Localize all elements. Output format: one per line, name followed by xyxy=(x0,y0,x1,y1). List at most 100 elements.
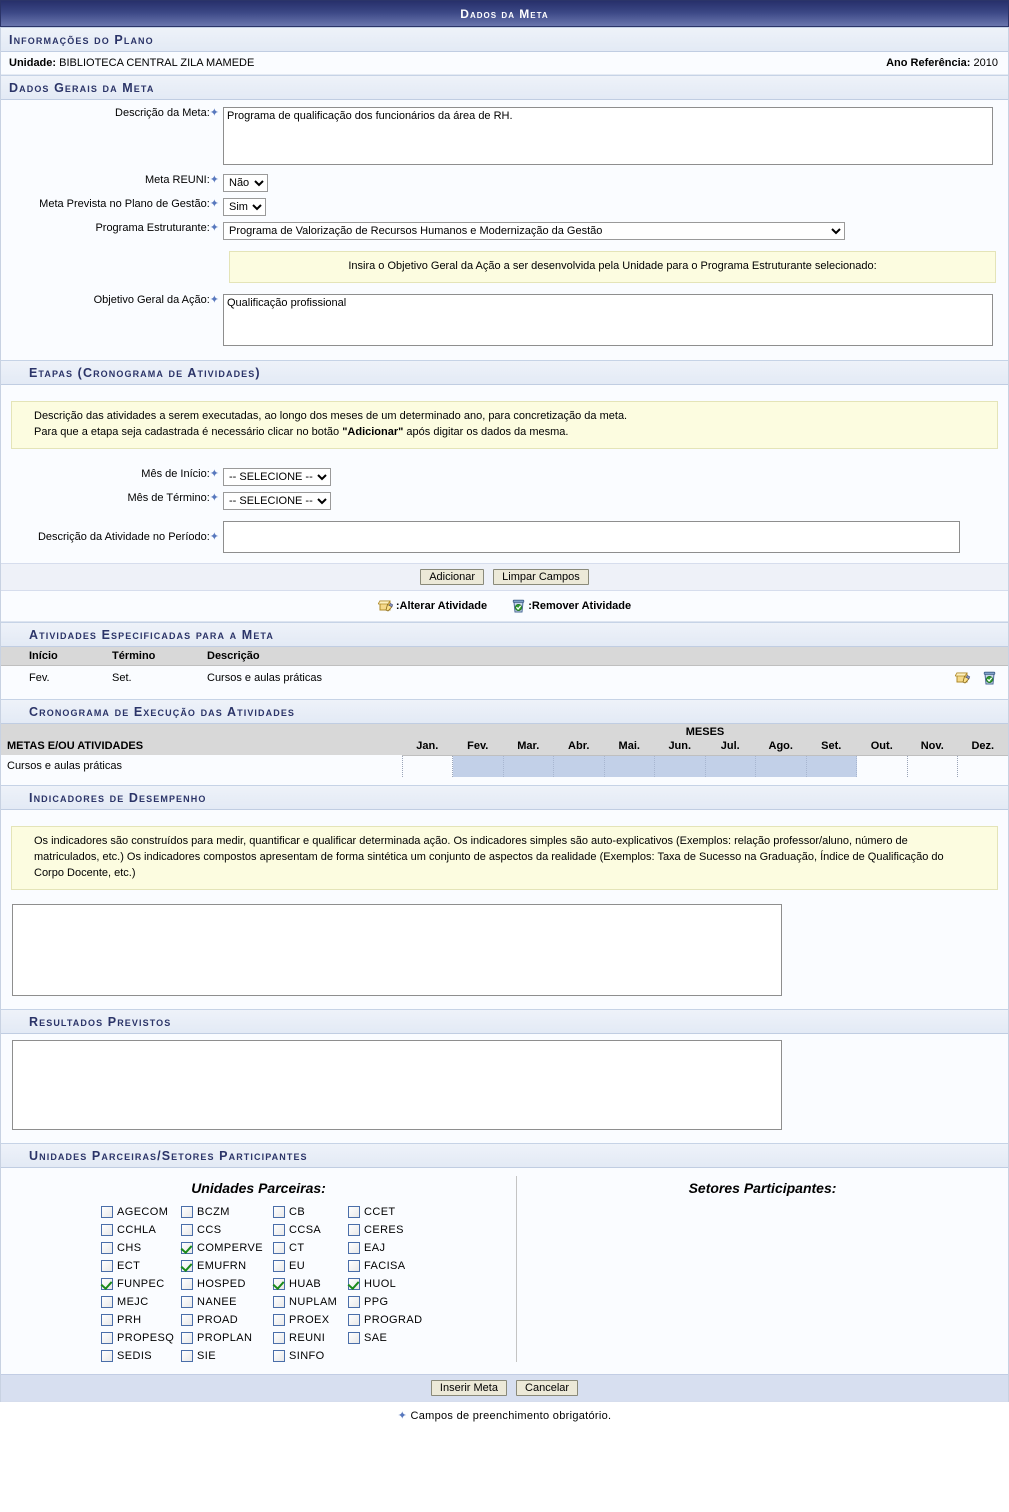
section-header-cronograma-execucao: Cronograma de Execução das Atividades xyxy=(1,698,1008,724)
checkbox-icon[interactable] xyxy=(273,1224,285,1237)
checkbox-item-agecom[interactable]: AGECOM xyxy=(101,1206,181,1219)
legend-alterar-text: :Alterar Atividade xyxy=(395,600,488,613)
checkbox-item-proex[interactable]: PROEX xyxy=(273,1314,348,1327)
ano-referencia-label: Ano Referência: xyxy=(886,57,971,69)
checkbox-icon[interactable] xyxy=(348,1278,360,1291)
checkbox-item-chs[interactable]: CHS xyxy=(101,1242,181,1255)
checkbox-icon[interactable] xyxy=(273,1350,285,1363)
cancelar-button[interactable]: Cancelar xyxy=(516,1380,579,1397)
checkbox-icon[interactable] xyxy=(348,1314,360,1327)
meta-prevista-select[interactable]: Sim xyxy=(223,198,266,216)
checkbox-item-sie[interactable]: SIE xyxy=(181,1350,273,1363)
checkbox-item-emufrn[interactable]: EMUFRN xyxy=(181,1260,273,1273)
checkbox-icon[interactable] xyxy=(181,1224,193,1237)
checkbox-item-huol[interactable]: HUOL xyxy=(348,1278,438,1291)
mes-termino-select[interactable]: -- SELECIONE -- xyxy=(223,491,331,510)
checkbox-icon[interactable] xyxy=(273,1296,285,1309)
checkbox-icon[interactable] xyxy=(273,1278,285,1291)
checkbox-item-bczm[interactable]: BCZM xyxy=(181,1206,273,1219)
section-header-unidades-setores: Unidades Parceiras/Setores Participantes xyxy=(1,1143,1008,1169)
resultados-textarea[interactable] xyxy=(12,1040,782,1131)
checkbox-item-funpec[interactable]: FUNPEC xyxy=(101,1278,181,1291)
checkbox-item-reuni[interactable]: REUNI xyxy=(273,1332,348,1345)
checkbox-label: CB xyxy=(289,1206,306,1219)
mes-inicio-select[interactable]: -- SELECIONE -- xyxy=(223,467,331,486)
checkbox-icon[interactable] xyxy=(181,1206,193,1219)
checkbox-item-nanee[interactable]: NANEE xyxy=(181,1296,273,1309)
checkbox-icon[interactable] xyxy=(101,1206,113,1219)
checkbox-icon[interactable] xyxy=(181,1278,193,1291)
edit-activity-icon[interactable] xyxy=(954,670,972,687)
checkbox-item-prh[interactable]: PRH xyxy=(101,1314,181,1327)
checkbox-item-ppg[interactable]: PPG xyxy=(348,1296,438,1309)
checkbox-item-ccs[interactable]: CCS xyxy=(181,1224,273,1237)
checkbox-item-sedis[interactable]: SEDIS xyxy=(101,1350,181,1363)
checkbox-icon[interactable] xyxy=(181,1296,193,1309)
checkbox-icon[interactable] xyxy=(181,1260,193,1273)
checkbox-item-facisa[interactable]: FACISA xyxy=(348,1260,438,1273)
checkbox-item-cchla[interactable]: CCHLA xyxy=(101,1224,181,1237)
objetivo-geral-textarea[interactable]: Qualificação profissional xyxy=(223,293,993,346)
unidades-parceiras-checkbox-grid: AGECOM BCZM CB CCET CCHLA CCS CCSA CERES… xyxy=(1,1206,516,1363)
checkbox-item-sinfo[interactable]: SINFO xyxy=(273,1350,348,1363)
checkbox-icon[interactable] xyxy=(101,1350,113,1363)
gantt-row-label: Cursos e aulas práticas xyxy=(1,755,403,778)
checkbox-item-nuplam[interactable]: NUPLAM xyxy=(273,1296,348,1309)
meta-reuni-select[interactable]: Não xyxy=(223,174,268,192)
checkbox-icon[interactable] xyxy=(101,1224,113,1237)
checkbox-icon[interactable] xyxy=(101,1242,113,1255)
checkbox-item-hosped[interactable]: HOSPED xyxy=(181,1278,273,1291)
required-star-icon: ✦ xyxy=(209,293,219,306)
checkbox-icon[interactable] xyxy=(101,1278,113,1291)
checkbox-label: FACISA xyxy=(364,1260,406,1273)
checkbox-icon[interactable] xyxy=(348,1260,360,1273)
checkbox-label: AGECOM xyxy=(117,1206,169,1219)
programa-estruturante-select[interactable]: Programa de Valorização de Recursos Huma… xyxy=(223,222,845,240)
checkbox-icon[interactable] xyxy=(273,1314,285,1327)
checkbox-item-proad[interactable]: PROAD xyxy=(181,1314,273,1327)
checkbox-label: HOSPED xyxy=(197,1278,246,1291)
checkbox-item-proplan[interactable]: PROPLAN xyxy=(181,1332,273,1345)
checkbox-item-mejc[interactable]: MEJC xyxy=(101,1296,181,1309)
checkbox-item-eu[interactable]: EU xyxy=(273,1260,348,1273)
checkbox-item-sae[interactable]: SAE xyxy=(348,1332,438,1345)
checkbox-icon[interactable] xyxy=(101,1332,113,1345)
checkbox-icon[interactable] xyxy=(273,1260,285,1273)
remove-activity-icon[interactable] xyxy=(981,670,998,687)
checkbox-item-prograd[interactable]: PROGRAD xyxy=(348,1314,438,1327)
checkbox-item-ccet[interactable]: CCET xyxy=(348,1206,438,1219)
checkbox-item-cb[interactable]: CB xyxy=(273,1206,348,1219)
checkbox-item-ccsa[interactable]: CCSA xyxy=(273,1224,348,1237)
inserir-meta-button[interactable]: Inserir Meta xyxy=(430,1380,507,1397)
checkbox-item-huab[interactable]: HUAB xyxy=(273,1278,348,1291)
gantt-header-meses-row: METAS E/OU ATIVIDADES MESES xyxy=(1,723,1008,756)
checkbox-icon[interactable] xyxy=(348,1296,360,1309)
required-star-icon: ✦ xyxy=(209,222,219,234)
checkbox-icon[interactable] xyxy=(273,1206,285,1219)
checkbox-item-eaj[interactable]: EAJ xyxy=(348,1242,438,1255)
checkbox-icon[interactable] xyxy=(273,1242,285,1255)
indicadores-textarea[interactable] xyxy=(12,904,782,997)
adicionar-button[interactable]: Adicionar xyxy=(420,568,485,585)
checkbox-icon[interactable] xyxy=(101,1314,113,1327)
checkbox-item-ect[interactable]: ECT xyxy=(101,1260,181,1273)
checkbox-icon[interactable] xyxy=(348,1332,360,1345)
checkbox-icon[interactable] xyxy=(101,1260,113,1273)
descricao-meta-textarea[interactable]: Programa de qualificação dos funcionário… xyxy=(223,107,993,165)
checkbox-item-propesq[interactable]: PROPESQ xyxy=(101,1332,181,1345)
limpar-campos-button[interactable]: Limpar Campos xyxy=(493,568,589,585)
checkbox-icon[interactable] xyxy=(348,1242,360,1255)
checkbox-item-ct[interactable]: CT xyxy=(273,1242,348,1255)
checkbox-icon[interactable] xyxy=(181,1242,193,1255)
checkbox-item-ceres[interactable]: CERES xyxy=(348,1224,438,1237)
descricao-atividade-input[interactable] xyxy=(223,520,960,553)
checkbox-icon[interactable] xyxy=(348,1224,360,1237)
checkbox-icon[interactable] xyxy=(181,1314,193,1327)
checkbox-icon[interactable] xyxy=(101,1296,113,1309)
checkbox-icon[interactable] xyxy=(181,1332,193,1345)
checkbox-item-comperve[interactable]: COMPERVE xyxy=(181,1242,273,1255)
checkbox-icon[interactable] xyxy=(348,1206,360,1219)
checkbox-icon[interactable] xyxy=(273,1332,285,1345)
form-action-row: Inserir Meta Cancelar xyxy=(1,1374,1008,1403)
checkbox-icon[interactable] xyxy=(181,1350,193,1363)
